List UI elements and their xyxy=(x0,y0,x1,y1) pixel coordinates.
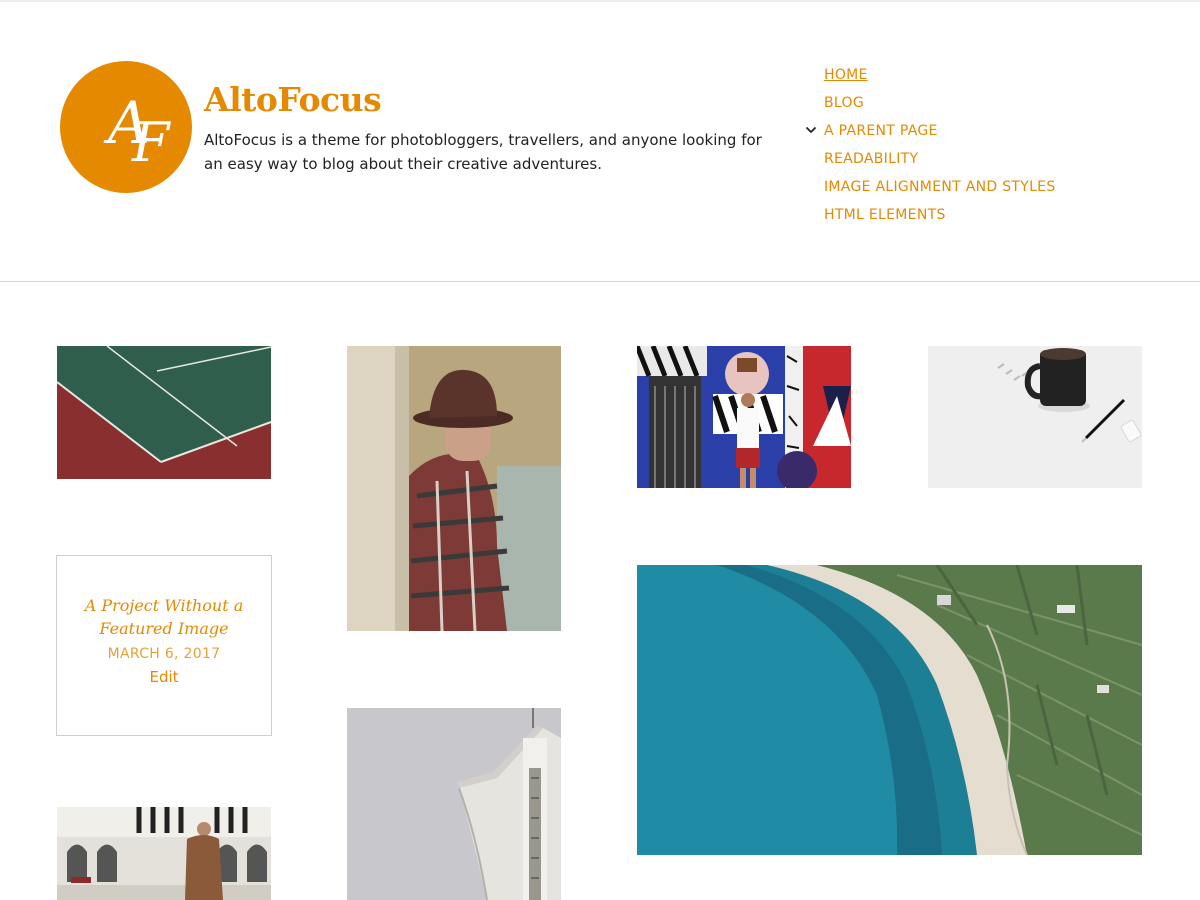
project-tile-tennis-court[interactable] xyxy=(57,346,271,479)
edit-link[interactable]: Edit xyxy=(149,668,178,686)
tennis-court-image xyxy=(57,346,271,479)
coffee-mug-desk-image xyxy=(928,346,1142,488)
nav-item-image-alignment: IMAGE ALIGNMENT AND STYLES xyxy=(805,172,1056,200)
concrete-tower-image xyxy=(347,708,561,900)
main-navigation: HOME BLOG A PARENT PAGE READABILITY IMAG… xyxy=(805,60,1056,228)
project-tile-coastline[interactable] xyxy=(637,565,1142,855)
nav-link-readability[interactable]: READABILITY xyxy=(824,151,918,167)
site-header: A F AltoFocus AltoFocus is a theme for p… xyxy=(0,2,1200,282)
nav-link-parent-page[interactable]: A PARENT PAGE xyxy=(824,123,938,139)
nav-item-html-elements: HTML ELEMENTS xyxy=(805,200,1056,228)
man-with-hat-image xyxy=(347,346,561,631)
project-tile-mural[interactable] xyxy=(637,346,851,488)
nav-link-home[interactable]: HOME xyxy=(824,67,868,83)
site-title[interactable]: AltoFocus xyxy=(204,80,382,119)
nav-item-parent-page: A PARENT PAGE xyxy=(805,116,1056,144)
nav-link-blog[interactable]: BLOG xyxy=(824,95,864,111)
man-in-coat-image xyxy=(57,807,271,900)
nav-link-image-alignment[interactable]: IMAGE ALIGNMENT AND STYLES xyxy=(824,179,1056,195)
project-tile-man-in-coat[interactable] xyxy=(57,807,271,900)
aerial-coastline-image xyxy=(637,565,1142,855)
af-monogram-icon: A F xyxy=(103,89,172,174)
nav-item-blog: BLOG xyxy=(805,88,1056,116)
project-tile-coffee-desk[interactable] xyxy=(928,346,1142,488)
card-title[interactable]: A Project Without a Featured Image xyxy=(75,594,253,640)
site-description: AltoFocus is a theme for photobloggers, … xyxy=(204,131,762,173)
project-tile-tower[interactable] xyxy=(347,708,561,900)
nav-item-readability: READABILITY xyxy=(805,144,1056,172)
card-date: MARCH 6, 2017 xyxy=(107,646,221,662)
nav-link-html-elements[interactable]: HTML ELEMENTS xyxy=(824,207,946,223)
site-logo[interactable]: A F xyxy=(60,61,192,193)
svg-text:F: F xyxy=(131,111,172,174)
project-card-no-image: A Project Without a Featured Image MARCH… xyxy=(56,555,272,736)
mural-woman-image xyxy=(637,346,851,488)
nav-item-home: HOME xyxy=(805,60,1056,88)
project-tile-man-with-hat[interactable] xyxy=(347,346,561,631)
chevron-down-icon[interactable] xyxy=(805,124,817,136)
